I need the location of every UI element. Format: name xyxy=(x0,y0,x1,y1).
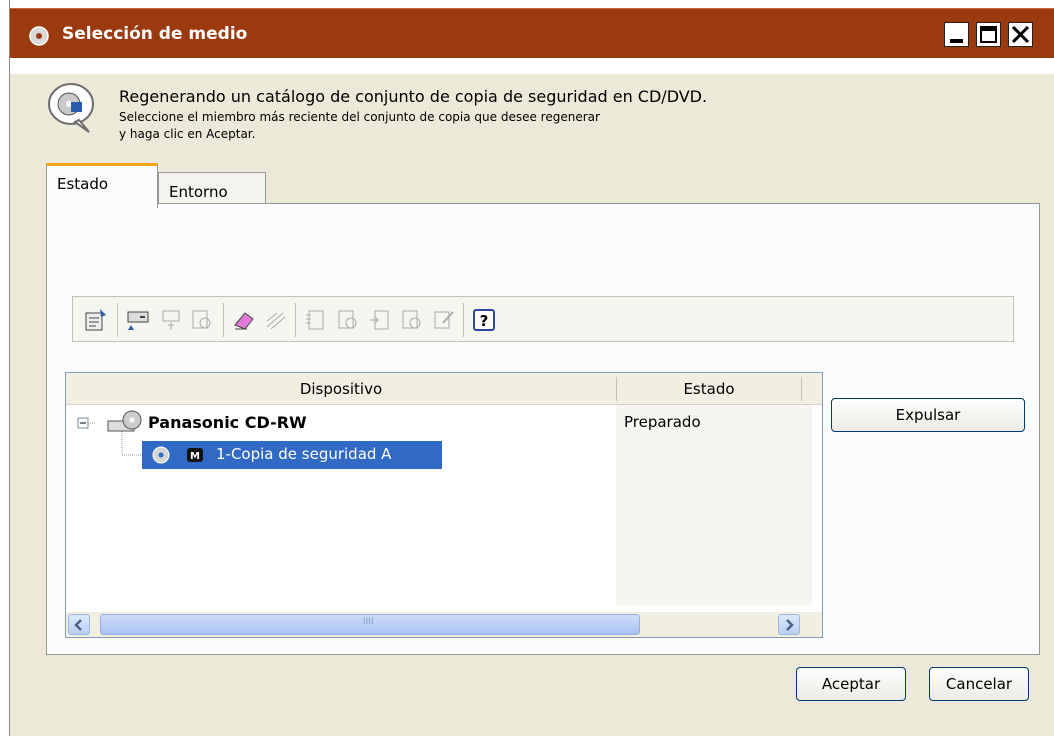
toolbar-separator xyxy=(295,303,296,337)
toolbar-separator xyxy=(463,303,464,337)
device-name[interactable]: Panasonic CD-RW xyxy=(148,413,307,432)
chevron-left-icon xyxy=(74,619,82,631)
tab-estado[interactable]: Estado xyxy=(46,163,158,208)
import-icon xyxy=(402,310,421,329)
horizontal-scrollbar[interactable]: IIII xyxy=(66,612,822,637)
toolbar: ? xyxy=(72,296,1014,342)
column-header-device[interactable]: Dispositivo xyxy=(66,380,616,398)
media-catalog-icon xyxy=(338,310,357,329)
list-header: Dispositivo Estado xyxy=(66,373,822,405)
ok-button[interactable]: Aceptar xyxy=(796,667,906,701)
window-title: Selección de medio xyxy=(62,24,248,44)
speech-bubble-cd-icon xyxy=(48,83,94,133)
minimize-button[interactable] xyxy=(944,22,969,47)
toolbar-separator xyxy=(223,303,224,337)
scroll-thumb[interactable]: IIII xyxy=(100,614,640,635)
minimize-icon xyxy=(950,39,963,43)
cancel-button-label: Cancelar xyxy=(945,675,1013,693)
backup-member-label: 1-Copia de seguridad A xyxy=(216,445,392,463)
device-status: Preparado xyxy=(624,413,701,431)
device-list[interactable]: Dispositivo Estado Panasonic CD-RW Prepa… xyxy=(65,372,823,638)
close-icon xyxy=(1011,25,1030,44)
format-icon xyxy=(266,312,286,330)
scroll-right-button[interactable] xyxy=(778,614,800,635)
title-bar-strip: Selección de medio xyxy=(10,8,1054,58)
help-icon[interactable]: ? xyxy=(471,307,497,333)
toolbar-separator xyxy=(117,303,118,337)
media-icon xyxy=(192,310,211,329)
svg-text:M: M xyxy=(190,451,200,462)
cd-drive-icon xyxy=(107,410,142,432)
eject-button[interactable]: Expulsar xyxy=(831,398,1025,432)
properties-icon[interactable] xyxy=(83,307,109,333)
catalog-icon xyxy=(306,310,324,330)
tab-estado-label: Estado xyxy=(57,175,109,193)
status-column-bg xyxy=(616,405,812,605)
header-title: Regenerando un catálogo de conjunto de c… xyxy=(119,87,708,106)
svg-text:?: ? xyxy=(480,312,489,330)
chevron-right-icon xyxy=(786,619,794,631)
ok-button-label: Aceptar xyxy=(821,675,881,693)
erase-icon[interactable] xyxy=(231,307,257,333)
device-icon xyxy=(162,310,180,330)
scroll-left-button[interactable] xyxy=(68,614,90,635)
maximize-icon xyxy=(980,26,997,43)
cancel-button[interactable]: Cancelar xyxy=(929,667,1029,701)
member-badge-icon: M xyxy=(187,448,203,462)
column-header-status[interactable]: Estado xyxy=(617,380,801,398)
close-button[interactable] xyxy=(1008,22,1033,47)
export-icon xyxy=(370,310,389,330)
cd-disc-icon xyxy=(152,446,170,464)
header-instruction-2: y haga clic en Aceptar. xyxy=(119,127,256,141)
scroll-grip: IIII xyxy=(363,617,374,627)
header-instruction-1: Seleccione el miembro más reciente del c… xyxy=(119,110,600,124)
maximize-button[interactable] xyxy=(976,22,1001,47)
tab-entorno-label: Entorno xyxy=(169,183,228,201)
tab-panel-estado: ? Dispositivo Estado Panasonic CD-RW Pre… xyxy=(46,203,1040,655)
eject-button-label: Expulsar xyxy=(895,406,961,424)
title-bar: Selección de medio xyxy=(10,0,1054,74)
device-action-icon[interactable] xyxy=(125,307,151,333)
edit-icon xyxy=(434,311,454,329)
cd-app-icon xyxy=(29,26,49,46)
media-selection-dialog: Selección de medio Regenerando un catálo… xyxy=(9,0,1054,736)
column-divider[interactable] xyxy=(801,377,802,401)
